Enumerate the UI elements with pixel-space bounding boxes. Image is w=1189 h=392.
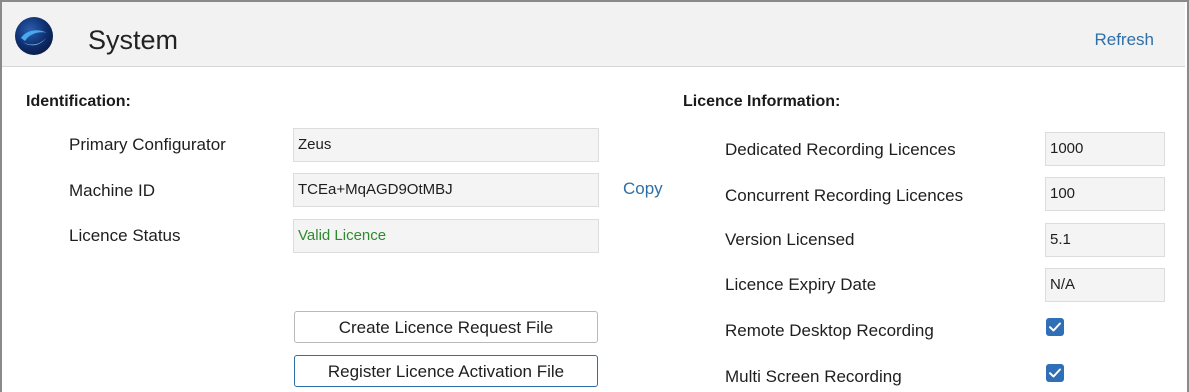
checkbox-checked-icon bbox=[1049, 368, 1061, 378]
concurrent-recording-licences-label: Concurrent Recording Licences bbox=[725, 186, 964, 205]
version-licensed-field: 5.1 bbox=[1045, 223, 1165, 257]
copy-link[interactable]: Copy bbox=[623, 178, 663, 200]
page-title: System bbox=[88, 25, 179, 55]
licence-status-field: Valid Licence bbox=[293, 219, 599, 253]
remote-desktop-recording-checkbox[interactable] bbox=[1046, 318, 1064, 336]
concurrent-recording-licences-field: 100 bbox=[1045, 177, 1165, 211]
checkbox-checked-icon bbox=[1049, 322, 1061, 332]
register-licence-activation-button[interactable]: Register Licence Activation File bbox=[294, 355, 598, 387]
create-licence-request-button[interactable]: Create Licence Request File bbox=[294, 311, 598, 343]
primary-configurator-field[interactable]: Zeus bbox=[293, 128, 599, 162]
app-logo-icon bbox=[15, 17, 53, 55]
multi-screen-recording-label: Multi Screen Recording bbox=[725, 367, 902, 386]
multi-screen-recording-checkbox[interactable] bbox=[1046, 364, 1064, 382]
licence-status-label: Licence Status bbox=[69, 226, 181, 245]
licence-information-heading: Licence Information: bbox=[683, 93, 841, 110]
licence-expiry-date-field: N/A bbox=[1045, 268, 1165, 302]
identification-heading: Identification: bbox=[26, 93, 131, 110]
machine-id-label: Machine ID bbox=[69, 181, 155, 200]
remote-desktop-recording-label: Remote Desktop Recording bbox=[725, 321, 934, 340]
primary-configurator-label: Primary Configurator bbox=[69, 135, 226, 154]
dedicated-recording-licences-field: 1000 bbox=[1045, 132, 1165, 166]
licence-expiry-date-label: Licence Expiry Date bbox=[725, 275, 877, 294]
version-licensed-label: Version Licensed bbox=[725, 230, 855, 249]
page-header: System Refresh bbox=[2, 2, 1185, 67]
dedicated-recording-licences-label: Dedicated Recording Licences bbox=[725, 140, 956, 159]
machine-id-field[interactable]: TCEa+MqAGD9OtMBJ bbox=[293, 173, 599, 207]
refresh-link[interactable]: Refresh bbox=[1094, 30, 1154, 50]
